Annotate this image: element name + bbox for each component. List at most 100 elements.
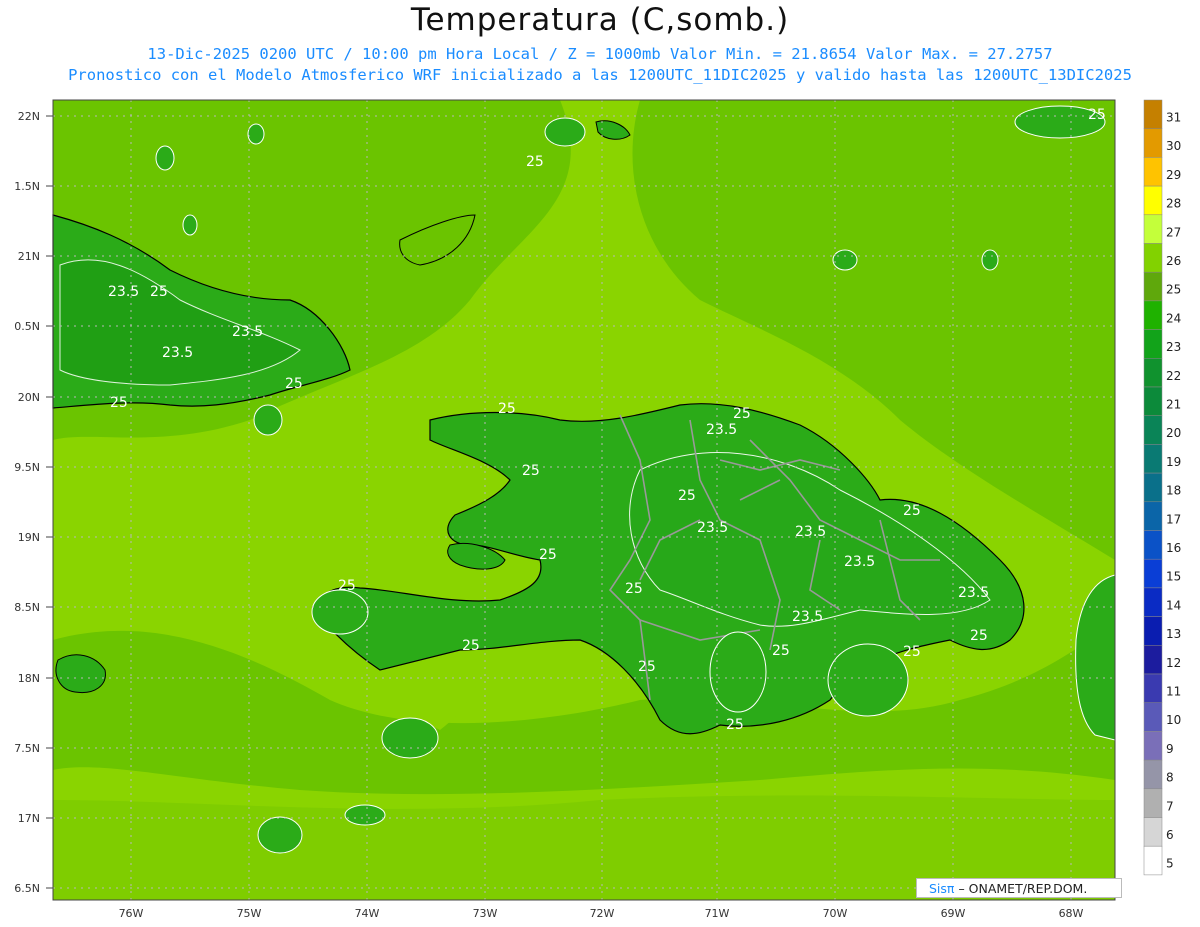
colorbar-cell: [1143, 415, 1163, 445]
colorbar-label: 13: [1166, 627, 1181, 641]
contour-label: 25: [1088, 107, 1106, 123]
colorbar-label: 9: [1166, 742, 1174, 756]
colorbar-label: 7: [1166, 799, 1174, 813]
contour-label: 25: [678, 488, 696, 504]
colorbar-labels: 31 30 29 28 27 26 25 24 23 22 21 20 19 18 17 16 15 14 13 12…: [1166, 111, 1181, 871]
lon-label: 73W: [473, 907, 498, 920]
colorbar-cell: [1143, 99, 1163, 129]
colorbar-cell: [1143, 214, 1163, 244]
colorbar-cell: [1143, 645, 1163, 675]
colorbar-label: 11: [1166, 685, 1181, 699]
contour-label: 25: [638, 659, 656, 675]
contour-label: 25: [625, 581, 643, 597]
contour-label: 25: [970, 628, 988, 644]
colorbar-label: 23: [1166, 340, 1181, 354]
colorbar-label: 22: [1166, 369, 1181, 383]
lat-label: 7.5N: [14, 742, 40, 755]
lat-label: 19N: [18, 531, 40, 544]
colorbar-label: 8: [1166, 771, 1174, 785]
colorbar-label: 12: [1166, 656, 1181, 670]
contour-label: 25: [526, 154, 544, 170]
contour-label: 23.5: [108, 284, 139, 300]
colorbar-cell: [1143, 386, 1163, 416]
colorbar-cell: [1143, 271, 1163, 302]
colorbar-label: 6: [1166, 828, 1174, 842]
latitude-labels: 22N 1.5N 21N 0.5N 20N 9.5N 19N 8.5N 18N …: [14, 110, 40, 895]
lon-label: 70W: [823, 907, 848, 920]
colorbar-cell: [1143, 157, 1163, 187]
contour-label: 25: [539, 547, 557, 563]
colorbar-cell: [1143, 530, 1163, 560]
colorbar-label: 28: [1166, 197, 1181, 211]
lat-label: 6.5N: [14, 882, 40, 895]
contour-label: 23.5: [844, 554, 875, 570]
colorbar-label: 20: [1166, 426, 1181, 440]
lon-label: 75W: [237, 907, 262, 920]
contour-label: 25: [338, 578, 356, 594]
longitude-labels: 76W 75W 74W 73W 72W 71W 70W 69W 68W: [119, 907, 1084, 920]
colorbar-cell: [1143, 731, 1163, 761]
lon-label: 72W: [590, 907, 615, 920]
colorbar-cell: [1143, 817, 1163, 847]
contour-label: 23.5: [792, 609, 823, 625]
contour-label: 25: [110, 395, 128, 411]
colorbar-cells: [1143, 99, 1163, 876]
lat-label: 20N: [18, 391, 40, 404]
colorbar-cell: [1143, 845, 1163, 876]
colorbar-cell: [1143, 616, 1163, 646]
colorbar-label: 14: [1166, 598, 1181, 612]
colorbar-cell: [1143, 243, 1163, 273]
colorbar-label: 27: [1166, 225, 1181, 239]
contour-label: 25: [285, 376, 303, 392]
colorbar-label: 21: [1166, 398, 1181, 412]
colorbar-cell: [1143, 587, 1163, 617]
contour-label: 23.5: [162, 345, 193, 361]
colorbar-label: 29: [1166, 168, 1181, 182]
lat-label: 9.5N: [14, 461, 40, 474]
lat-label: 17N: [18, 812, 40, 825]
colorbar-label: 26: [1166, 254, 1181, 268]
colorbar-cell: [1143, 673, 1163, 703]
colorbar-cell: [1143, 788, 1163, 818]
contour-label: 25: [522, 463, 540, 479]
lat-label: 1.5N: [14, 180, 40, 193]
credit-text: – ONAMET/REP.DOM.: [958, 881, 1088, 896]
colorbar-label: 31: [1166, 111, 1181, 125]
credit-brand: Sisπ: [929, 881, 955, 896]
colorbar-cell: [1143, 759, 1163, 790]
contour-label: 25: [726, 717, 744, 733]
colorbar-cell: [1143, 558, 1163, 589]
temperature-map: 25 25 23.5 25 23.5 23.5 25 25 25 23.5 25…: [14, 99, 1181, 920]
colorbar-label: 19: [1166, 455, 1181, 469]
map-subtitle-time: 13-Dic-2025 0200 UTC / 10:00 pm Hora Loc…: [147, 45, 1053, 63]
colorbar-label: 5: [1166, 857, 1174, 871]
colorbar: 31 30 29 28 27 26 25 24 23 22 21 20 19 18 17 16 15 14 13 12…: [1143, 99, 1181, 876]
colorbar-label: 25: [1166, 283, 1181, 297]
contour-label: 25: [903, 644, 921, 660]
lat-label: 18N: [18, 672, 40, 685]
contour-label: 25: [903, 503, 921, 519]
colorbar-cell: [1143, 128, 1163, 158]
contour-label: 23.5: [958, 585, 989, 601]
colorbar-cell: [1143, 185, 1163, 216]
lat-label: 8.5N: [14, 601, 40, 614]
colorbar-label: 17: [1166, 512, 1181, 526]
colorbar-label: 18: [1166, 484, 1181, 498]
contour-label: 25: [772, 643, 790, 659]
map-title: Temperatura (C,somb.): [410, 2, 790, 38]
contour-label: 23.5: [697, 520, 728, 536]
map-subtitle-model: Pronostico con el Modelo Atmosferico WRF…: [68, 66, 1132, 84]
map-frame: [52, 99, 1116, 901]
colorbar-label: 10: [1166, 713, 1181, 727]
colorbar-cell: [1143, 472, 1163, 503]
lat-label: 21N: [18, 250, 40, 263]
lat-label: 0.5N: [14, 320, 40, 333]
colorbar-cell: [1143, 501, 1163, 531]
lon-label: 71W: [705, 907, 730, 920]
colorbar-label: 15: [1166, 570, 1181, 584]
lon-label: 74W: [355, 907, 380, 920]
colorbar-cell: [1143, 358, 1163, 388]
contour-label: 25: [150, 284, 168, 300]
lon-label: 68W: [1059, 907, 1084, 920]
lat-label: 22N: [18, 110, 40, 123]
